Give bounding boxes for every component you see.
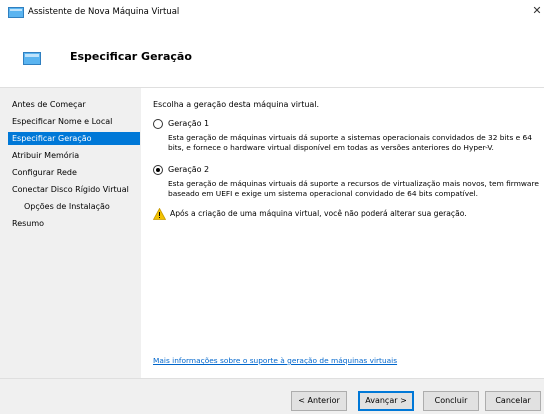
sidebar-item-configurar-rede[interactable]: Configurar Rede: [8, 166, 140, 179]
sidebar-item-atribuir-memoria[interactable]: Atribuir Memória: [8, 149, 140, 162]
finish-button[interactable]: Concluir: [423, 391, 479, 411]
wizard-steps-sidebar: Antes de Começar Especificar Nome e Loca…: [0, 88, 141, 378]
warning-icon: [153, 208, 166, 220]
generation-1-description: Esta geração de máquinas virtuais dá sup…: [168, 133, 532, 152]
intro-text: Escolha a geração desta máquina virtual.: [153, 100, 320, 109]
more-info-link[interactable]: Mais informações sobre o suporte à geraç…: [153, 355, 397, 367]
window-title: Assistente de Nova Máquina Virtual: [28, 7, 180, 17]
warning-text: Após a criação de uma máquina virtual, v…: [170, 209, 467, 218]
hyper-v-app-icon: [8, 7, 24, 18]
generation-2-description: Esta geração de máquinas virtuais dá sup…: [168, 179, 539, 198]
generation-2-label[interactable]: Geração 2: [168, 164, 209, 176]
next-button[interactable]: Avançar >: [358, 391, 414, 411]
close-button[interactable]: ✕: [530, 0, 544, 22]
previous-button[interactable]: < Anterior: [291, 391, 347, 411]
page-title: Especificar Geração: [70, 50, 192, 63]
sidebar-item-conectar-disco[interactable]: Conectar Disco Rígido Virtual: [8, 183, 140, 196]
generation-2-radio[interactable]: [153, 165, 163, 175]
sidebar-item-especificar-geracao[interactable]: Especificar Geração: [8, 132, 140, 145]
sidebar-item-antes-de-comecar[interactable]: Antes de Começar: [8, 98, 140, 111]
wizard-content: Escolha a geração desta máquina virtual.…: [141, 88, 544, 378]
cancel-button[interactable]: Cancelar: [485, 391, 541, 411]
generation-1-radio[interactable]: [153, 119, 163, 129]
generation-1-label[interactable]: Geração 1: [168, 118, 209, 130]
wizard-footer: < Anterior Avançar > Concluir Cancelar: [0, 378, 544, 414]
hyper-v-header-icon: [23, 52, 41, 65]
sidebar-item-resumo[interactable]: Resumo: [8, 217, 140, 230]
title-bar: Assistente de Nova Máquina Virtual ✕: [0, 0, 544, 22]
sidebar-item-opcoes-de-instalacao[interactable]: Opções de Instalação: [8, 200, 140, 213]
sidebar-item-especificar-nome-e-local[interactable]: Especificar Nome e Local: [8, 115, 140, 128]
wizard-header: Especificar Geração: [0, 22, 544, 88]
